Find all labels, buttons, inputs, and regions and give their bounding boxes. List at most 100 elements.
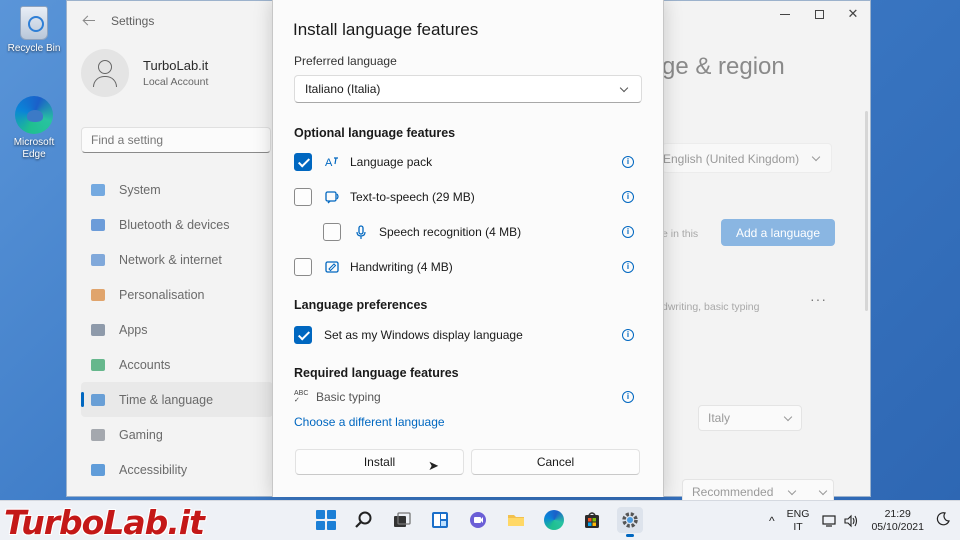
sidebar-item-apps[interactable]: Apps [81, 312, 273, 347]
start-button[interactable] [313, 507, 339, 533]
search-button[interactable] [351, 507, 377, 533]
show-hidden-icons-button[interactable]: ^ [769, 514, 775, 528]
chat-button[interactable] [465, 507, 491, 533]
language-features-fragment: dwriting, basic typing [662, 301, 760, 313]
widgets-icon [432, 512, 448, 528]
bluetooth-icon [91, 218, 105, 231]
choose-different-language-link[interactable]: Choose a different language [294, 415, 445, 429]
in-this-fragment: e in this [662, 228, 699, 240]
search-icon [355, 511, 372, 528]
brush-icon [91, 288, 105, 301]
more-options-icon[interactable]: ··· [810, 291, 827, 307]
cancel-button[interactable]: Cancel [471, 449, 640, 475]
turbolab-watermark: TurboLab.it [4, 503, 205, 540]
store-button[interactable] [579, 507, 605, 533]
edge-label-line2: Edge [22, 149, 46, 160]
text-to-speech-label: Text-to-speech (29 MB) [350, 190, 475, 204]
sidebar-item-network-internet[interactable]: Network & internet [81, 242, 273, 277]
desktop-icon-edge[interactable]: Microsoft Edge [3, 96, 65, 161]
info-icon[interactable]: i [622, 191, 634, 203]
info-icon[interactable]: i [622, 156, 634, 168]
back-arrow-icon[interactable] [81, 13, 97, 29]
monitor-icon [91, 183, 105, 196]
gear-icon [622, 512, 638, 528]
regional-format-value: Recommended [692, 485, 774, 499]
gamepad-icon [91, 428, 105, 441]
accessibility-icon [91, 463, 105, 476]
clock-date: 05/10/2021 [871, 521, 924, 533]
feature-language-pack[interactable]: A Language pack [294, 152, 432, 172]
system-tray: ^ ENG IT 21:29 05/10/2021 [769, 501, 960, 540]
basic-typing-icon: ABC ✓ [294, 390, 309, 404]
profile-name: TurboLab.it [143, 58, 209, 73]
add-language-button[interactable]: Add a language [721, 219, 835, 246]
info-icon[interactable]: i [622, 391, 634, 403]
task-view-button[interactable] [389, 507, 415, 533]
optional-features-heading: Optional language features [294, 126, 456, 140]
recycle-bin-label: Recycle Bin [7, 43, 61, 54]
windows-logo-icon [316, 510, 336, 530]
network-volume-button[interactable] [821, 514, 859, 528]
preferred-language-select[interactable]: Italiano (Italia) [294, 75, 642, 103]
display-language-option[interactable]: Set as my Windows display language [294, 325, 523, 345]
keyboard-code: IT [793, 521, 803, 533]
page-title: ge & region [662, 53, 785, 80]
info-icon[interactable]: i [622, 329, 634, 341]
recycle-bin-icon [20, 6, 48, 40]
moon-icon [936, 512, 950, 526]
time-language-pane: ge & region English (United Kingdom) e i… [662, 1, 872, 505]
handwriting-checkbox[interactable] [294, 258, 312, 276]
info-icon[interactable]: i [622, 261, 634, 273]
display-language-value: English (United Kingdom) [663, 152, 800, 166]
feature-text-to-speech[interactable]: Text-to-speech (29 MB) [294, 187, 475, 207]
install-language-features-dialog: Install language features Preferred lang… [272, 0, 664, 497]
input-language-indicator[interactable]: ENG IT [787, 508, 810, 534]
feature-handwriting[interactable]: Handwriting (4 MB) [294, 257, 453, 277]
dialog-title: Install language features [293, 20, 479, 39]
file-explorer-button[interactable] [503, 507, 529, 533]
info-icon[interactable]: i [622, 226, 634, 238]
folder-icon [508, 515, 524, 526]
notifications-button[interactable] [936, 512, 950, 530]
mouse-pointer-icon: ➤ [428, 458, 439, 473]
sidebar-item-accounts[interactable]: Accounts [81, 347, 273, 382]
widgets-button[interactable] [427, 507, 453, 533]
desktop-icon-recycle-bin[interactable]: Recycle Bin [3, 6, 65, 55]
wifi-icon [91, 253, 105, 266]
settings-button[interactable] [617, 507, 643, 537]
task-view-icon [394, 512, 411, 527]
text-to-speech-checkbox[interactable] [294, 188, 312, 206]
sidebar-item-gaming[interactable]: Gaming [81, 417, 273, 452]
basic-typing-label: Basic typing [316, 390, 381, 404]
microphone-icon [353, 224, 369, 240]
clock[interactable]: 21:29 05/10/2021 [871, 508, 924, 534]
speech-recognition-checkbox[interactable] [323, 223, 341, 241]
handwriting-icon [324, 259, 340, 275]
preferred-language-label: Preferred language [294, 54, 397, 68]
edge-label-line1: Microsoft [13, 137, 55, 148]
region-select[interactable]: Italy [698, 405, 802, 431]
sidebar-item-label: Time & language [119, 392, 214, 407]
language-pack-checkbox[interactable] [294, 153, 312, 171]
display-language-checkbox[interactable] [294, 326, 312, 344]
person-icon [91, 358, 105, 371]
profile-account-type: Local Account [143, 76, 209, 88]
volume-icon [844, 514, 858, 528]
sidebar-item-personalisation[interactable]: Personalisation [81, 277, 273, 312]
chevron-down-icon [811, 152, 821, 162]
find-setting-input[interactable]: Find a setting [81, 127, 271, 153]
feature-speech-recognition[interactable]: Speech recognition (4 MB) [323, 222, 521, 242]
preferred-language-value: Italiano (Italia) [305, 82, 381, 96]
edge-button[interactable] [541, 507, 567, 533]
display-language-select[interactable]: English (United Kingdom) [662, 143, 832, 173]
sidebar-item-accessibility[interactable]: Accessibility [81, 452, 273, 487]
sidebar-item-system[interactable]: System [81, 172, 273, 207]
handwriting-label: Handwriting (4 MB) [350, 260, 453, 274]
sidebar-item-label: Personalisation [119, 287, 205, 302]
sidebar-item-time-language[interactable]: Time & language [81, 382, 273, 417]
sidebar-item-bluetooth-devices[interactable]: Bluetooth & devices [81, 207, 273, 242]
display-language-option-label: Set as my Windows display language [324, 328, 523, 342]
user-profile[interactable]: TurboLab.it Local Account [81, 49, 208, 97]
scrollbar[interactable] [865, 111, 868, 311]
language-preferences-heading: Language preferences [294, 298, 428, 312]
